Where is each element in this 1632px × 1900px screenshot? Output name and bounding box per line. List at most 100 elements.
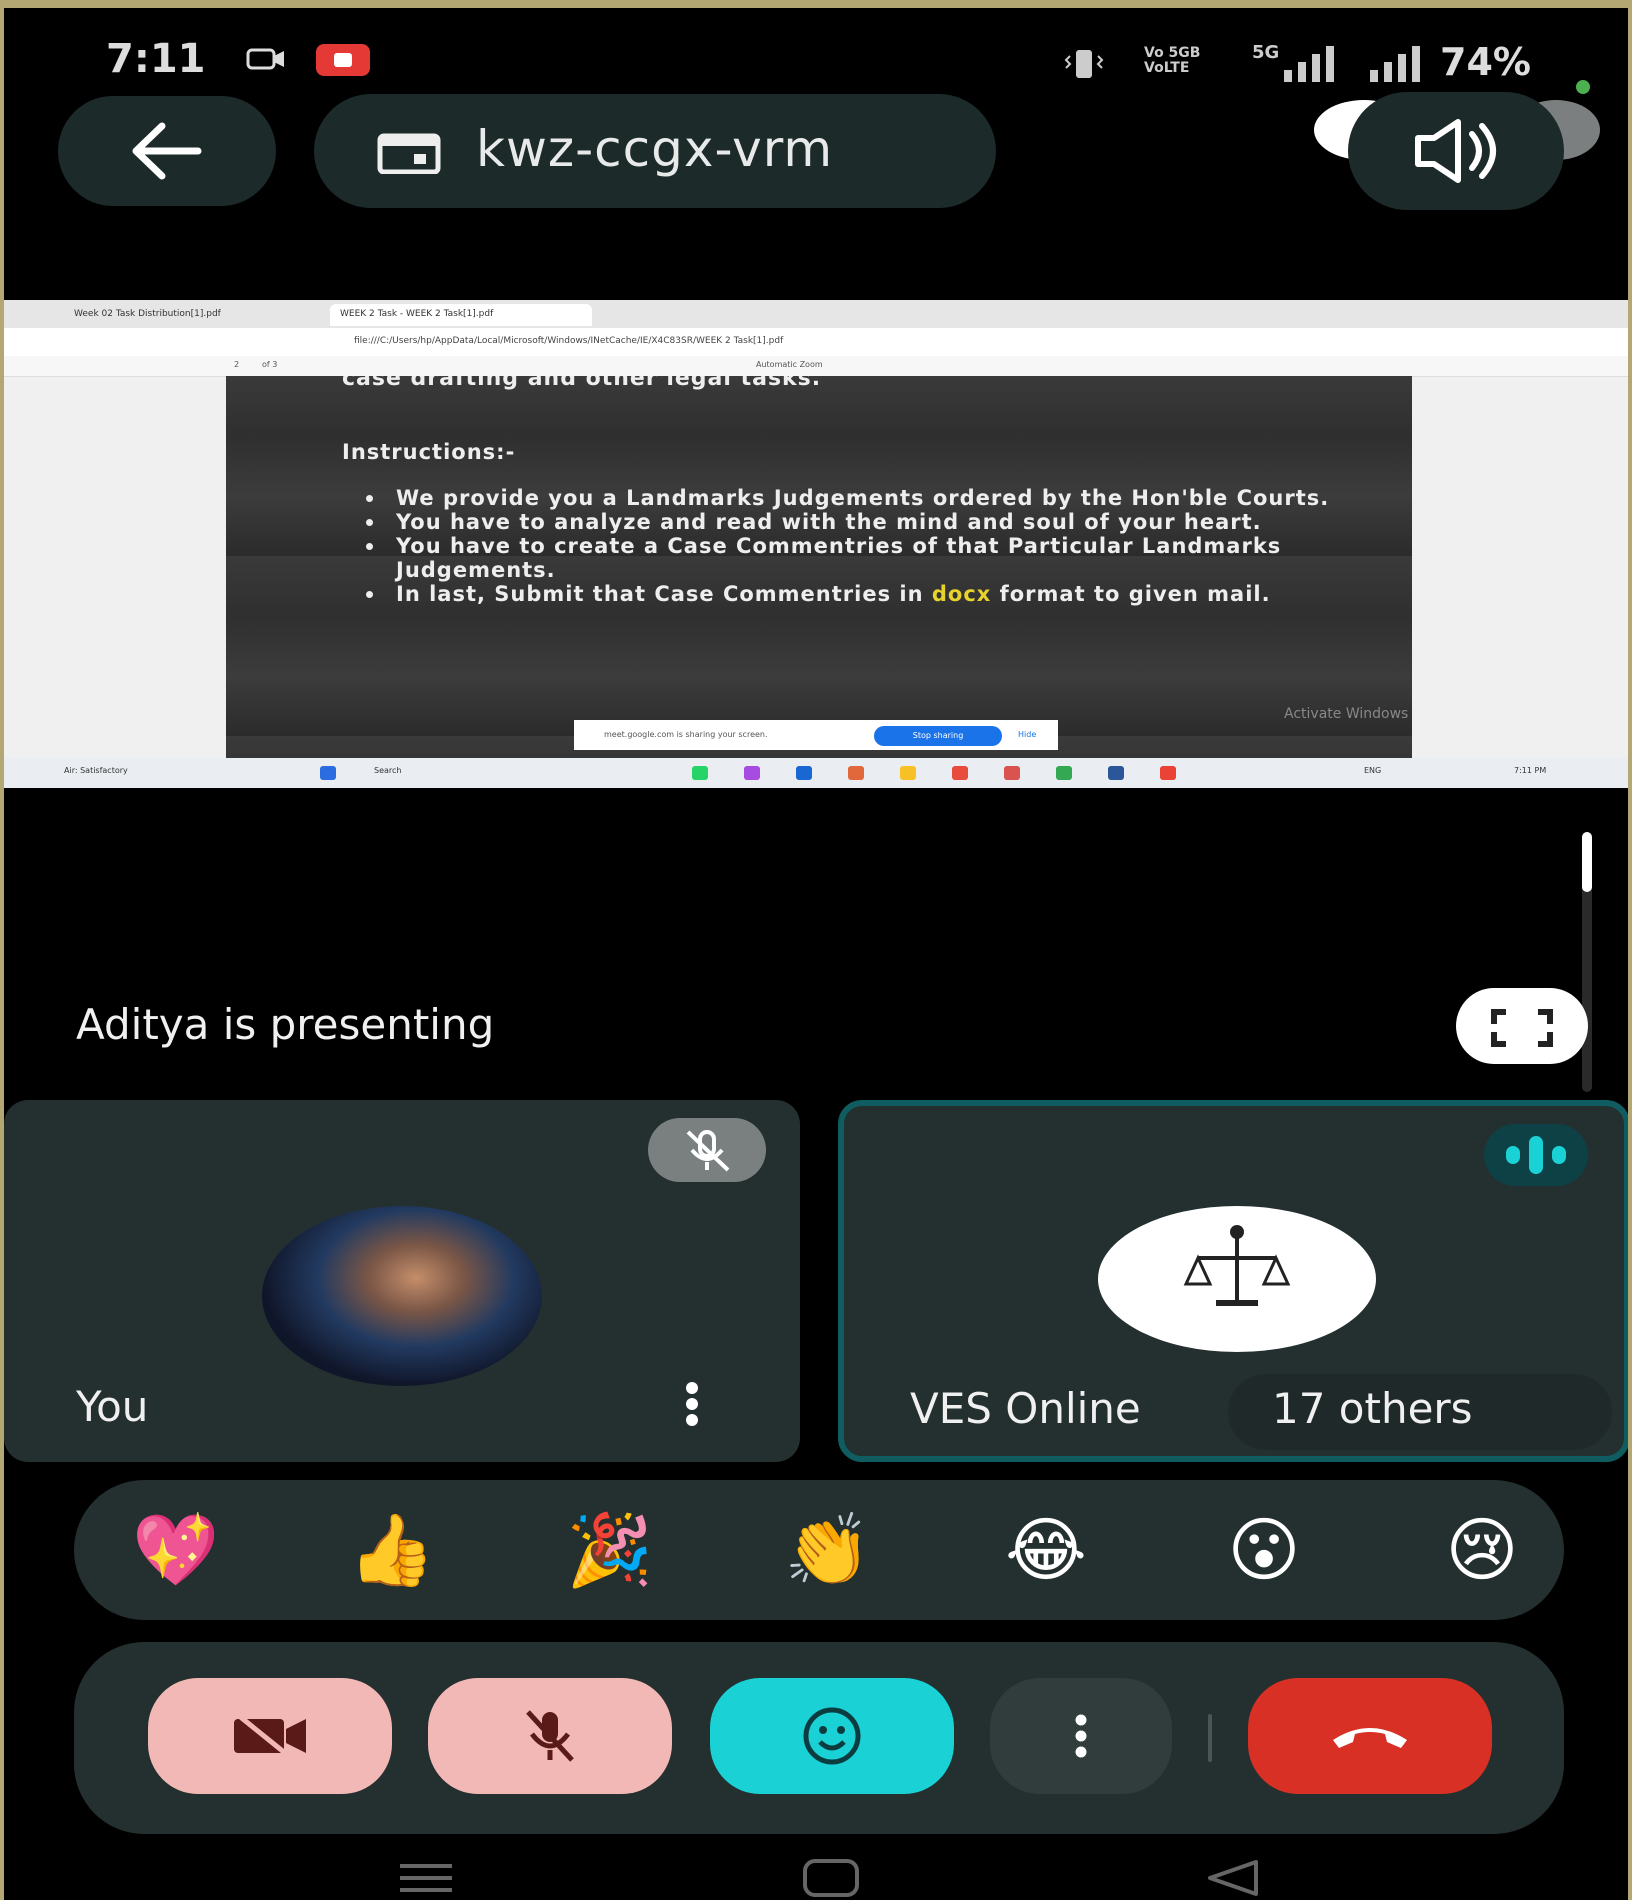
taskbar-search: Search xyxy=(374,766,402,775)
whatsapp-icon xyxy=(692,766,708,780)
shared-screen[interactable]: Week 02 Task Distribution[1].pdf WEEK 2 … xyxy=(4,300,1630,788)
instruction-item: You have to analyze and read with the mi… xyxy=(366,510,1412,534)
party-popper-reaction[interactable]: 🎉 xyxy=(550,1510,670,1590)
presentation-area: Aditya is presenting xyxy=(4,788,1630,1092)
instruction-item: We provide you a Landmarks Judgements or… xyxy=(366,486,1412,510)
scroll-thumb[interactable] xyxy=(1582,832,1592,892)
participant-tile-ves[interactable]: VES Online 17 others xyxy=(838,1100,1630,1462)
battery-percent: 74% xyxy=(1440,40,1531,84)
net-5g-text: 5G xyxy=(1252,42,1279,63)
windows-taskbar: Air: Satisfactory Search ENG 7:11 PM xyxy=(4,758,1630,788)
audio-level-icon xyxy=(1506,1136,1566,1174)
screen-record-icon xyxy=(316,44,370,76)
call-end-icon xyxy=(1333,1728,1407,1748)
clapping-reaction[interactable]: 👏 xyxy=(768,1510,888,1590)
taskbar-clock: 7:11 PM xyxy=(1514,766,1547,775)
participant-name: You xyxy=(76,1382,149,1431)
pdf-zoom: Automatic Zoom xyxy=(756,360,823,369)
user-avatar xyxy=(262,1206,542,1386)
privacy-dot-icon xyxy=(1576,80,1590,94)
system-nav-bar xyxy=(0,1834,1632,1900)
status-indicators: Vo 5GB VoLTE 5G 74% xyxy=(1064,40,1544,84)
muted-badge xyxy=(648,1118,766,1182)
meeting-info-button[interactable]: kwz-ccgx-vrm xyxy=(314,94,996,208)
emoji-icon xyxy=(803,1707,861,1765)
url-text: file:///C:/Users/hp/AppData/Local/Micros… xyxy=(354,336,784,346)
app-icon xyxy=(796,766,812,780)
surprised-reaction[interactable]: 😮 xyxy=(1204,1510,1324,1590)
app-icon xyxy=(952,766,968,780)
status-bar: 7:11 Vo 5GB VoLTE 5G 74% xyxy=(0,30,1632,94)
signal-icon xyxy=(1370,46,1420,82)
others-count-pill[interactable]: 17 others xyxy=(1228,1374,1612,1450)
crying-reaction[interactable]: 😢 xyxy=(1422,1510,1542,1590)
instruction-item: You have to create a Case Commentries of… xyxy=(366,534,1412,582)
speaker-icon xyxy=(1415,119,1496,183)
participant-tile-you[interactable]: You xyxy=(4,1100,800,1462)
instruction-list: We provide you a Landmarks Judgements or… xyxy=(342,486,1412,606)
browser-url-bar: file:///C:/Users/hp/AppData/Local/Micros… xyxy=(4,328,1630,357)
participant-name: VES Online xyxy=(910,1384,1141,1433)
browser-tab-bar: Week 02 Task Distribution[1].pdf WEEK 2 … xyxy=(4,300,1630,328)
sparkling-heart-reaction[interactable]: 💖 xyxy=(116,1510,236,1590)
speaker-button[interactable] xyxy=(1348,92,1564,210)
hide-link[interactable]: Hide xyxy=(1018,730,1036,739)
volte-label: Vo 5GB VoLTE xyxy=(1144,45,1201,76)
recent-apps-icon[interactable] xyxy=(398,1860,454,1896)
camera-off-icon xyxy=(234,1713,306,1759)
back-button[interactable] xyxy=(58,96,276,206)
pdf-toolbar: 2 of 3 Automatic Zoom xyxy=(4,356,1630,377)
taskbar-language: ENG xyxy=(1364,766,1382,775)
windows-start-icon xyxy=(320,766,336,780)
doc-heading: Instructions:- xyxy=(342,440,516,464)
app-icon xyxy=(848,766,864,780)
vibrate-icon xyxy=(1064,50,1104,78)
mic-toggle-button[interactable] xyxy=(428,1678,672,1794)
taskbar-weather: Air: Satisfactory xyxy=(64,766,128,775)
activate-windows-watermark: Activate Windows xyxy=(1284,706,1409,722)
doc-text: case drafting and other legal tasks. xyxy=(342,376,822,391)
fullscreen-button[interactable] xyxy=(1456,988,1588,1064)
reactions-button[interactable] xyxy=(710,1678,954,1794)
folder-icon xyxy=(900,766,916,780)
pdf-page-number: 2 xyxy=(234,360,240,369)
arrow-left-icon xyxy=(132,122,202,180)
home-icon[interactable] xyxy=(802,1858,860,1898)
laughing-reaction[interactable]: 😂 xyxy=(986,1510,1106,1590)
signal-5g-icon: 5G xyxy=(1252,42,1334,82)
fullscreen-icon xyxy=(1491,1009,1553,1047)
call-controls xyxy=(74,1642,1564,1834)
scales-of-justice-icon xyxy=(1183,1225,1291,1306)
sharing-banner: meet.google.com is sharing your screen. … xyxy=(574,720,1058,750)
more-vert-icon xyxy=(1075,1714,1087,1758)
reactions-bar: 💖 👍 🎉 👏 😂 😮 😢 xyxy=(74,1480,1564,1620)
meeting-code: kwz-ccgx-vrm xyxy=(476,120,834,178)
app-icon xyxy=(744,766,760,780)
back-nav-icon[interactable] xyxy=(1204,1858,1260,1898)
more-options-button[interactable] xyxy=(990,1678,1172,1794)
camera-toggle-button[interactable] xyxy=(148,1678,392,1794)
mic-off-icon xyxy=(686,1130,730,1172)
others-count: 17 others xyxy=(1272,1384,1473,1433)
end-call-button[interactable] xyxy=(1248,1678,1492,1794)
presenting-label: Aditya is presenting xyxy=(76,1000,495,1049)
browser-tab-active: WEEK 2 Task - WEEK 2 Task[1].pdf xyxy=(330,304,592,326)
video-camera-icon xyxy=(246,48,284,70)
chrome-icon xyxy=(1056,766,1072,780)
divider xyxy=(1208,1714,1212,1762)
mic-off-icon xyxy=(526,1710,574,1762)
word-icon xyxy=(1108,766,1124,780)
stop-sharing-button[interactable]: Stop sharing xyxy=(874,726,1002,746)
pdf-app-icon xyxy=(1004,766,1020,780)
pdf-page: case drafting and other legal tasks. Ins… xyxy=(226,376,1412,758)
chrome-icon xyxy=(1160,766,1176,780)
sharing-banner-text: meet.google.com is sharing your screen. xyxy=(604,730,768,739)
instruction-item: In last, Submit that Case Commentries in… xyxy=(366,582,1412,606)
speaking-indicator xyxy=(1484,1124,1588,1186)
status-time: 7:11 xyxy=(106,36,206,82)
highlight-text: docx xyxy=(931,582,992,606)
pdf-page-of: of 3 xyxy=(262,360,278,369)
more-options-icon[interactable] xyxy=(684,1380,700,1428)
calendar-icon xyxy=(377,133,441,174)
thumbs-up-reaction[interactable]: 👍 xyxy=(332,1510,452,1590)
